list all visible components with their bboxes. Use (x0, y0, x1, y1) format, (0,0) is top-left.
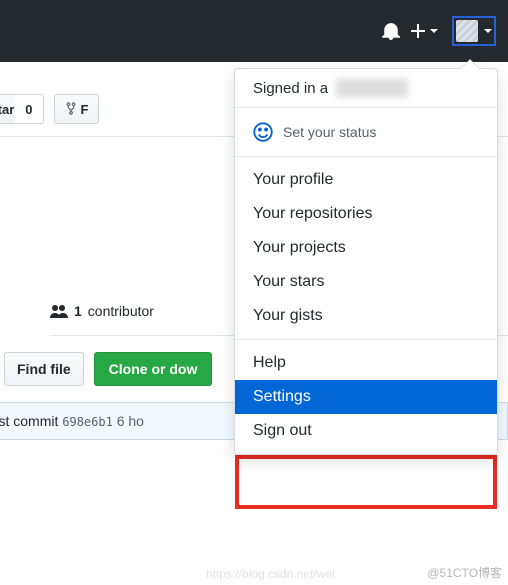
set-status-item[interactable]: Set your status (235, 108, 497, 156)
smiley-icon (253, 122, 273, 142)
star-label: Star (0, 102, 14, 117)
contributor-count: 1 (74, 303, 82, 319)
menu-your-repositories[interactable]: Your repositories (235, 197, 497, 231)
signed-in-label: Signed in a (253, 80, 328, 97)
user-menu-button[interactable] (452, 16, 496, 46)
set-status-label: Set your status (283, 124, 376, 140)
menu-help[interactable]: Help (235, 346, 497, 380)
menu-your-projects[interactable]: Your projects (235, 231, 497, 265)
fork-label: F (81, 102, 89, 117)
chevron-down-icon (430, 29, 438, 33)
star-count[interactable]: 0 (15, 94, 43, 124)
watermark-faint: https://blog.csdn.net/wei (206, 567, 335, 581)
menu-your-profile[interactable]: Your profile (235, 163, 497, 197)
contributor-label: contributor (88, 303, 154, 319)
user-dropdown: Signed in a Set your status Your profile… (234, 68, 498, 455)
plus-icon (410, 23, 426, 39)
watermark: @51CTO博客 (427, 564, 502, 581)
chevron-down-icon (484, 29, 492, 33)
menu-your-stars[interactable]: Your stars (235, 265, 497, 299)
menu-settings[interactable]: Settings (235, 380, 497, 414)
commit-sha: 698e6b1 (62, 415, 113, 429)
star-button-group: Star 0 (0, 94, 44, 124)
find-file-button[interactable]: Find file (4, 352, 84, 386)
menu-your-gists[interactable]: Your gists (235, 299, 497, 333)
username-obscured (336, 79, 408, 97)
highlight-annotation (235, 455, 497, 509)
user-avatar (456, 20, 478, 42)
people-icon (50, 304, 68, 318)
commit-prefix: atest commit (0, 413, 58, 429)
signed-in-header: Signed in a (235, 69, 497, 107)
clone-button[interactable]: Clone or dow (94, 352, 213, 386)
menu-signout[interactable]: Sign out (235, 414, 497, 448)
notifications-icon[interactable] (372, 12, 410, 50)
fork-icon (65, 102, 77, 116)
fork-button[interactable]: F (54, 94, 100, 124)
create-new-menu[interactable] (410, 23, 438, 39)
commit-time: 6 ho (117, 413, 144, 429)
top-nav (0, 0, 508, 62)
